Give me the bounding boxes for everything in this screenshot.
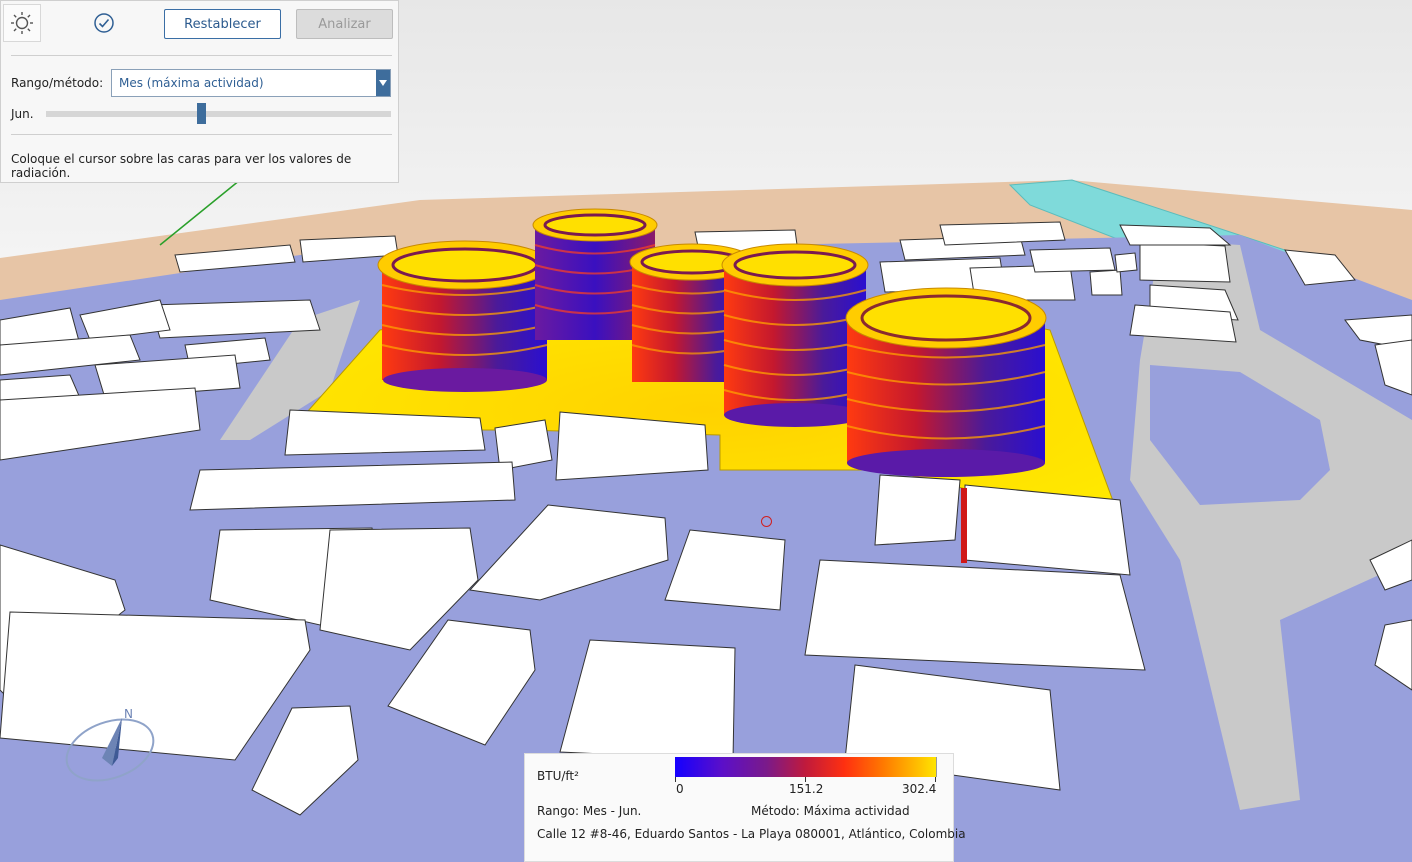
range-method-value: Mes (máxima actividad) <box>119 76 264 90</box>
cursor-marker-icon <box>761 516 772 527</box>
sun-settings-icon <box>11 12 33 34</box>
legend-unit: BTU/ft² <box>537 769 579 783</box>
tower-4 <box>721 243 869 427</box>
legend-address: Calle 12 #8-46, Eduardo Santos - La Play… <box>537 827 966 841</box>
reset-button[interactable]: Restablecer <box>164 9 281 39</box>
radiation-legend: BTU/ft² 0 151.2 302.4 Rango: Mes - Jun. … <box>524 753 966 862</box>
scale-mid-label: 151.2 <box>789 782 824 796</box>
tower-1 <box>377 240 553 392</box>
month-slider[interactable] <box>46 111 391 117</box>
confirm-button[interactable] <box>85 4 123 42</box>
legend-method: Método: Máxima actividad <box>751 804 910 818</box>
check-circle-icon <box>94 13 114 33</box>
month-label: Jun. <box>11 107 34 121</box>
solar-analysis-panel: Restablecer Analizar Rango/método: Mes (… <box>0 0 399 183</box>
month-slider-thumb[interactable] <box>196 103 206 124</box>
range-method-select[interactable]: Mes (máxima actividad) <box>111 69 391 97</box>
radiation-wall <box>961 488 967 563</box>
sun-settings-button[interactable] <box>3 4 41 42</box>
color-scale-bar <box>675 757 937 777</box>
range-method-label: Rango/método: <box>11 76 104 90</box>
divider <box>11 134 392 135</box>
divider <box>11 55 392 56</box>
scale-max-label: 302.4 <box>902 782 937 796</box>
legend-range: Rango: Mes - Jun. <box>537 804 642 818</box>
svg-text:N: N <box>124 708 133 721</box>
hover-hint: Coloque el cursor sobre las caras para v… <box>11 152 352 180</box>
chevron-down-icon[interactable] <box>376 70 390 96</box>
scale-min-label: 0 <box>676 782 684 796</box>
compass-icon[interactable]: N <box>62 708 162 788</box>
tower-5 <box>845 287 1047 477</box>
analyze-button[interactable]: Analizar <box>296 9 393 39</box>
